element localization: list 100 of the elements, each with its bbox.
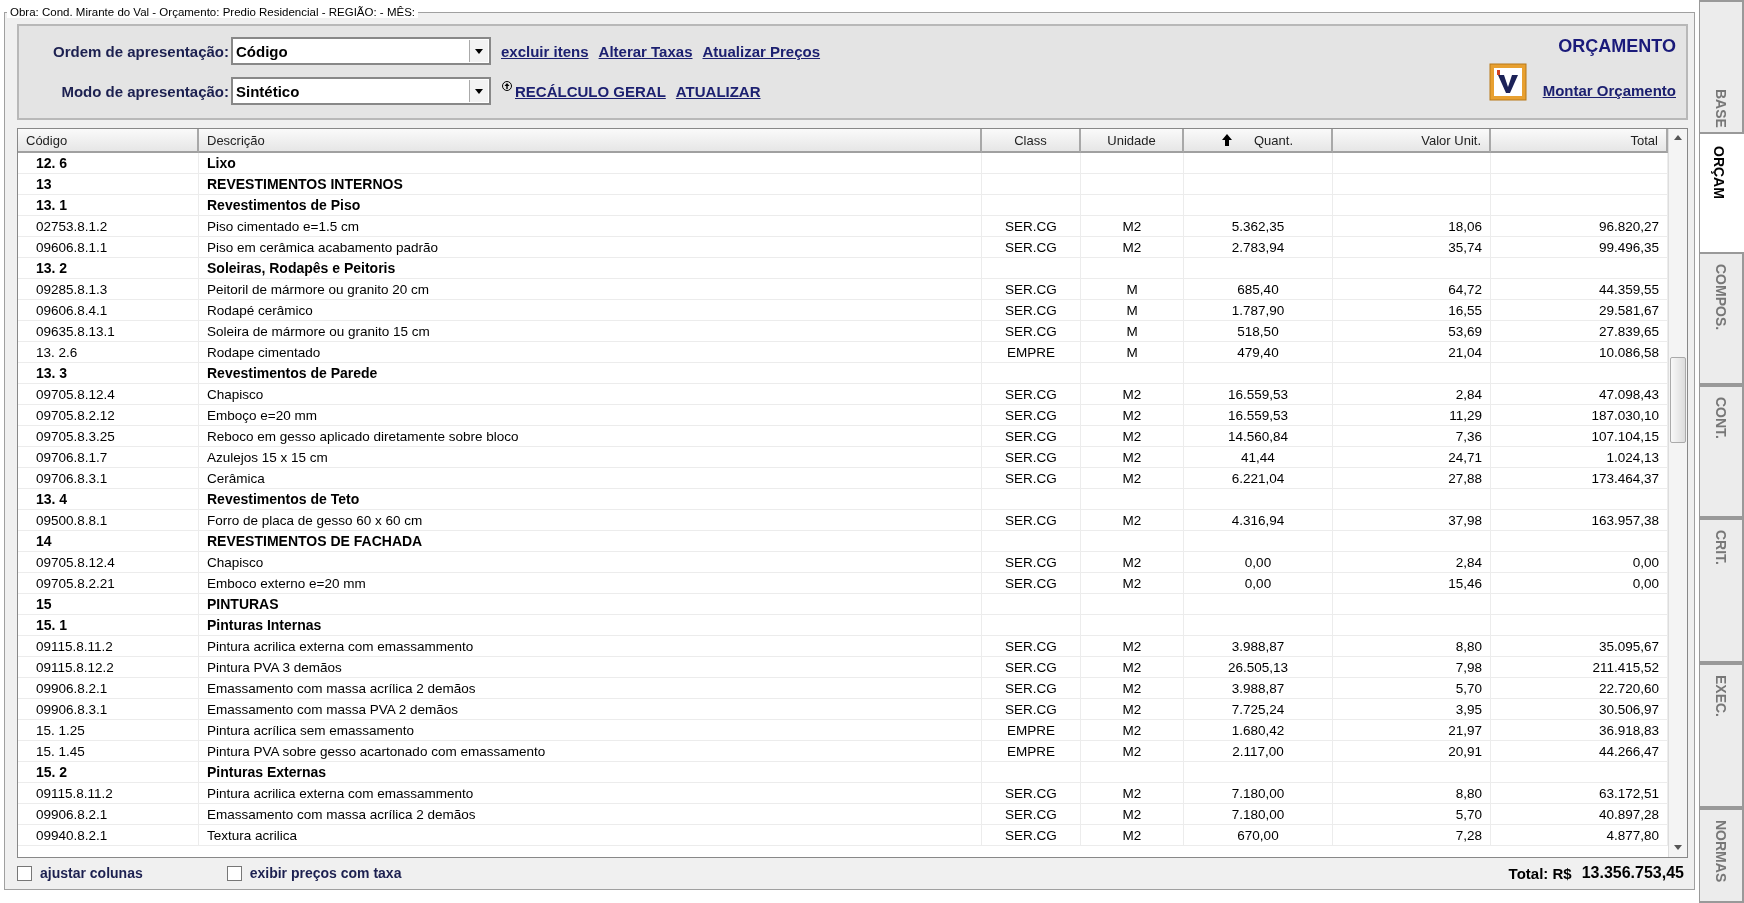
table-cell: SER.CG <box>982 447 1081 468</box>
table-cell: Textura acrilica <box>199 825 982 846</box>
action-link[interactable]: excluir itens <box>501 42 589 60</box>
table-cell: Lixo <box>199 153 982 174</box>
table-cell: SER.CG <box>982 783 1081 804</box>
table-cell: 0,00 <box>1491 573 1668 594</box>
table-cell: Pintura acrílica sem emassamento <box>199 720 982 741</box>
table-cell: 14 <box>18 531 199 552</box>
table-cell: SER.CG <box>982 552 1081 573</box>
table-cell: SER.CG <box>982 426 1081 447</box>
table-cell: 47.098,43 <box>1491 384 1668 405</box>
field-label: Modo de apresentação: <box>60 82 229 100</box>
column-header[interactable]: Quant. <box>1184 129 1333 153</box>
checkbox[interactable] <box>17 865 32 881</box>
table-cell: 14.560,84 <box>1184 426 1333 447</box>
table-cell: Pintura PVA 3 demãos <box>199 657 982 678</box>
table-cell: 53,69 <box>1333 321 1491 342</box>
table-cell: 99.496,35 <box>1491 237 1668 258</box>
dropdown-arrow-icon[interactable] <box>475 48 483 54</box>
column-header[interactable]: Código <box>18 129 199 153</box>
vertical-scrollbar[interactable] <box>1668 129 1687 857</box>
assemble-budget-link[interactable]: Montar Orçamento <box>1542 82 1676 99</box>
table-cell: 3.988,87 <box>1184 636 1333 657</box>
table-cell: 35.095,67 <box>1491 636 1668 657</box>
total-label: Total: R$ <box>1508 864 1572 882</box>
column-header[interactable]: Class <box>982 129 1081 153</box>
column-header[interactable]: Total <box>1491 129 1668 153</box>
action-link[interactable]: Alterar Taxas <box>598 42 693 60</box>
table-cell: 37,98 <box>1333 510 1491 531</box>
table-cell: 0,00 <box>1184 573 1333 594</box>
table-cell: M2 <box>1081 216 1184 237</box>
table-cell: Emboco externo e=20 mm <box>199 573 982 594</box>
column-header[interactable]: Unidade <box>1081 129 1184 153</box>
side-tab[interactable]: COMPOS. <box>1700 252 1744 385</box>
table-cell: 02753.8.1.2 <box>18 216 199 237</box>
dropdown-field[interactable]: Código <box>231 37 491 65</box>
table-cell: 27,88 <box>1333 468 1491 489</box>
table-cell: SER.CG <box>982 510 1081 531</box>
table-cell: Pinturas Internas <box>199 615 982 636</box>
side-tab[interactable]: CRIT. <box>1700 518 1744 663</box>
table-cell: 64,72 <box>1333 279 1491 300</box>
table-cell: 09705.8.12.4 <box>18 384 199 405</box>
table-cell: 173.464,37 <box>1491 468 1668 489</box>
action-link[interactable]: RECÁLCULO GERAL <box>515 82 666 100</box>
table-cell: Revestimentos de Piso <box>199 195 982 216</box>
table-cell: Emassamento com massa PVA 2 demãos <box>199 699 982 720</box>
table-cell: 8,80 <box>1333 636 1491 657</box>
table-cell: Pintura acrilica externa com emassammento <box>199 783 982 804</box>
table-cell: 3.988,87 <box>1184 678 1333 699</box>
table-cell: 10.086,58 <box>1491 342 1668 363</box>
dropdown-arrow-icon[interactable] <box>475 88 483 94</box>
table-cell: REVESTIMENTOS DE FACHADA <box>199 531 982 552</box>
v-logo-icon[interactable] <box>1488 63 1527 101</box>
table-cell: 16.559,53 <box>1184 405 1333 426</box>
table-cell: 09706.8.3.1 <box>18 468 199 489</box>
table-cell: 44.359,55 <box>1491 279 1668 300</box>
table-cell: 09606.8.1.1 <box>18 237 199 258</box>
table-cell: 2,84 <box>1333 552 1491 573</box>
table-cell: 09706.8.1.7 <box>18 447 199 468</box>
table-cell: 7.725,24 <box>1184 699 1333 720</box>
section-heading: ORÇAMENTO <box>1558 36 1676 57</box>
field-label: Ordem de apresentação: <box>52 42 229 60</box>
side-tab[interactable]: CONT. <box>1700 385 1744 518</box>
table-cell: 44.266,47 <box>1491 741 1668 762</box>
table-cell: M2 <box>1081 720 1184 741</box>
table-cell: Piso cimentado e=1.5 cm <box>199 216 982 237</box>
table-cell: 09705.8.2.21 <box>18 573 199 594</box>
table-cell: M <box>1081 300 1184 321</box>
action-link[interactable]: Atualizar Preços <box>702 42 821 60</box>
table-cell: 09705.8.2.12 <box>18 405 199 426</box>
table-cell: 22.720,60 <box>1491 678 1668 699</box>
table-cell: 3,95 <box>1333 699 1491 720</box>
table-cell: 13 <box>18 174 199 195</box>
table-cell: 20,91 <box>1333 741 1491 762</box>
table-cell: 6.221,04 <box>1184 468 1333 489</box>
table-cell: M2 <box>1081 510 1184 531</box>
table-cell: 0,00 <box>1491 552 1668 573</box>
table-cell: 09940.8.2.1 <box>18 825 199 846</box>
dropdown-field[interactable]: Sintético <box>231 77 491 105</box>
refresh-icon[interactable] <box>501 80 513 92</box>
side-tab[interactable]: NORMAS <box>1700 808 1744 903</box>
table-cell: EMPRE <box>982 741 1081 762</box>
side-tab[interactable]: EXEC. <box>1700 663 1744 808</box>
column-header[interactable]: Descrição <box>199 129 982 153</box>
table-cell: 09906.8.3.1 <box>18 699 199 720</box>
table-cell: 09906.8.2.1 <box>18 678 199 699</box>
side-tab[interactable]: BASE <box>1700 0 1744 134</box>
scroll-up-icon[interactable] <box>1674 135 1682 140</box>
column-header[interactable]: Valor Unit. <box>1333 129 1491 153</box>
table-cell: 36.918,83 <box>1491 720 1668 741</box>
scroll-down-icon[interactable] <box>1674 845 1682 850</box>
table-cell: 09500.8.8.1 <box>18 510 199 531</box>
table-cell: SER.CG <box>982 804 1081 825</box>
side-tab[interactable]: ORÇAM <box>1700 134 1744 252</box>
action-link[interactable]: ATUALIZAR <box>675 82 761 100</box>
checkbox[interactable] <box>226 865 242 881</box>
scroll-thumb[interactable] <box>1670 357 1686 443</box>
table-cell: REVESTIMENTOS INTERNOS <box>199 174 982 195</box>
table-cell: M <box>1081 342 1184 363</box>
table-cell: M2 <box>1081 573 1184 594</box>
